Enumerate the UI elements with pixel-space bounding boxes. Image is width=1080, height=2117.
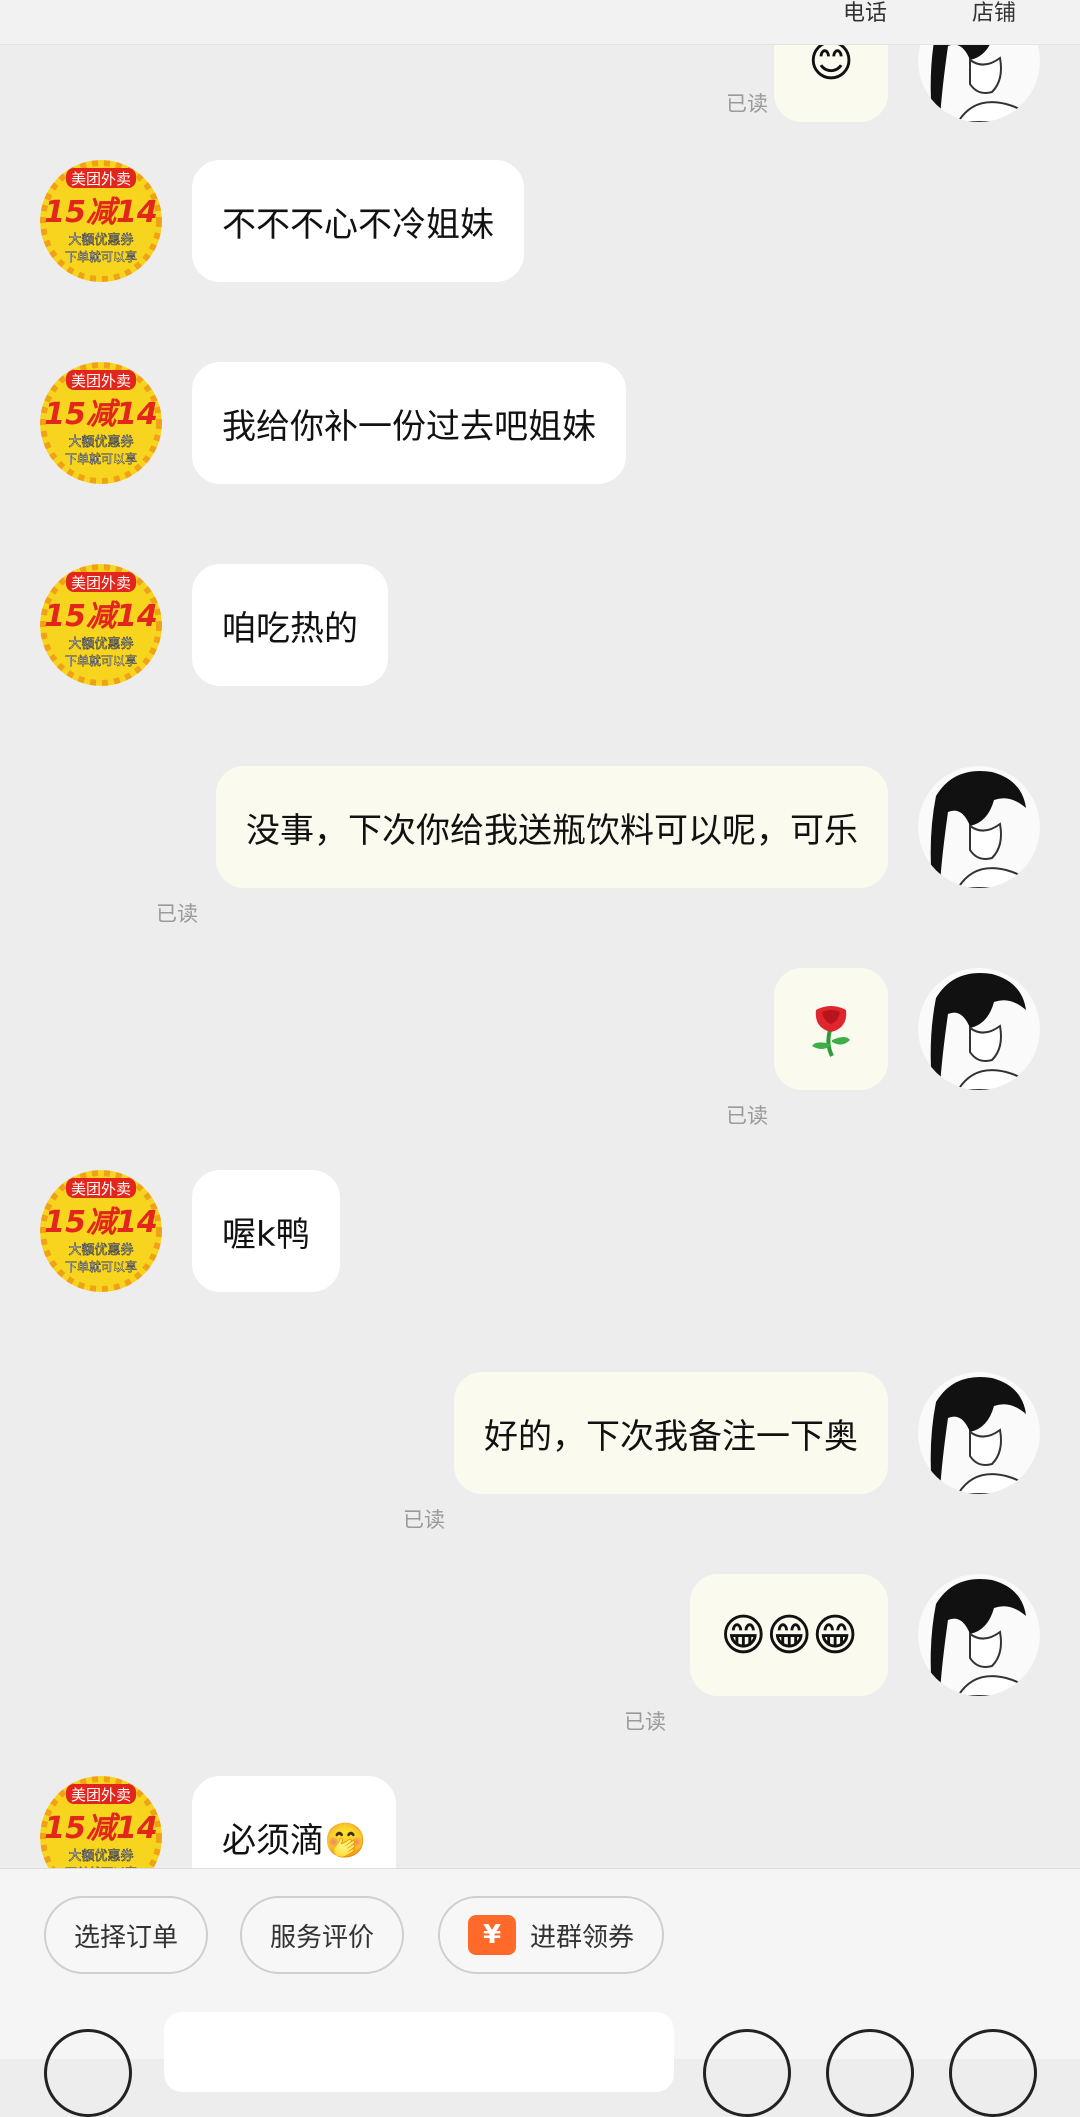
user-avatar[interactable] [918,1372,1040,1494]
grin-emoji-text: 😁😁😁 [720,1609,858,1661]
shop-button[interactable]: 店铺 [972,0,1016,28]
voice-icon[interactable] [44,2029,132,2117]
image-icon[interactable] [826,2029,914,2117]
read-receipt: 已读 [403,1508,445,1532]
message-bubble[interactable]: 🌹 [774,968,888,1090]
svg-text:大额优惠券: 大额优惠券 [68,434,133,450]
message-bubble[interactable]: 咱吃热的 [192,564,388,686]
svg-text:大额优惠券: 大额优惠券 [68,1242,133,1258]
shop-avatar[interactable]: 美团外卖 15减14 大额优惠券 下单就可以享 [40,1170,162,1292]
chat-header: 电话 店铺 [0,0,1080,45]
message-text: 咱吃热的 [222,608,358,649]
user-avatar[interactable] [918,1574,1040,1696]
join-group-label: 进群领券 [530,1922,635,1953]
svg-text:15减14: 15减14 [44,1811,158,1846]
message-list[interactable]: 已读 😊 美团外卖 15减14 大额优惠券 下单就可以享 不不不心不冷姐妹 美团… [0,44,1080,1868]
svg-text:大额优惠券: 大额优惠券 [68,1848,133,1864]
svg-text:15减14: 15减14 [44,195,158,230]
svg-text:15减14: 15减14 [44,1205,158,1240]
coupon-icon: ¥ [468,1915,516,1955]
svg-text:美团外卖: 美团外卖 [71,170,131,188]
message-text: 喔k鸭 [222,1214,310,1255]
read-receipt: 已读 [156,902,198,926]
shop-avatar[interactable]: 美团外卖 15减14 大额优惠券 下单就可以享 [40,160,162,282]
message-bubble[interactable]: 😊 [774,44,888,122]
read-receipt: 已读 [624,1710,666,1734]
svg-text:美团外卖: 美团外卖 [71,574,131,592]
add-icon[interactable] [949,2029,1037,2117]
svg-text:15减14: 15减14 [44,397,158,432]
message-bubble[interactable]: 😁😁😁 [690,1574,888,1696]
svg-text:下单就可以享: 下单就可以享 [65,653,137,668]
message-bubble[interactable]: 必须滴🤭 [192,1776,397,1868]
message-bubble[interactable]: 我给你补一份过去吧姐妹 [192,362,626,484]
smile-emoji: 😊 [808,44,854,87]
read-receipt: 已读 [726,92,768,116]
svg-text:大额优惠券: 大额优惠券 [68,636,133,652]
select-order-label: 选择订单 [74,1922,179,1953]
user-avatar[interactable] [918,968,1040,1090]
user-avatar[interactable] [918,44,1040,122]
message-input[interactable] [164,2012,674,2092]
svg-text:下单就可以享: 下单就可以享 [65,1259,137,1274]
message-text: 好的，下次我备注一下奥 [484,1416,858,1457]
read-receipt: 已读 [726,1104,768,1128]
input-panel: 选择订单 服务评价 ¥ 进群领券 [0,1868,1080,2117]
svg-text:大额优惠券: 大额优惠券 [68,232,133,248]
phone-button[interactable]: 电话 [843,0,887,28]
message-text: 没事，下次你给我送瓶饮料可以呢，可乐 [246,810,858,851]
message-bubble[interactable]: 不不不心不冷姐妹 [192,160,524,282]
shop-avatar[interactable]: 美团外卖 15减14 大额优惠券 下单就可以享 [40,362,162,484]
message-text: 我给你补一份过去吧姐妹 [222,406,596,447]
message-bubble[interactable]: 喔k鸭 [192,1170,340,1292]
message-text: 必须滴🤭 [222,1820,367,1861]
message-bubble[interactable]: 没事，下次你给我送瓶饮料可以呢，可乐 [216,766,888,888]
shop-avatar[interactable]: 美团外卖 15减14 大额优惠券 下单就可以享 [40,1776,162,1868]
svg-text:下单就可以享: 下单就可以享 [65,451,137,466]
user-avatar[interactable] [918,766,1040,888]
emoji-icon[interactable] [703,2029,791,2117]
svg-text:美团外卖: 美团外卖 [71,1786,131,1804]
svg-text:美团外卖: 美团外卖 [71,1180,131,1198]
select-order-button[interactable]: 选择订单 [44,1896,209,1974]
service-review-button[interactable]: 服务评价 [240,1896,405,1974]
rose-icon [812,1006,850,1057]
shop-avatar[interactable]: 美团外卖 15减14 大额优惠券 下单就可以享 [40,564,162,686]
svg-text:美团外卖: 美团外卖 [71,372,131,390]
message-bubble[interactable]: 好的，下次我备注一下奥 [454,1372,888,1494]
service-review-label: 服务评价 [270,1922,375,1953]
message-text: 不不不心不冷姐妹 [222,204,494,245]
svg-text:15减14: 15减14 [44,599,158,634]
svg-text:下单就可以享: 下单就可以享 [65,249,137,264]
join-group-coupon-button[interactable]: ¥ 进群领券 [438,1896,665,1974]
